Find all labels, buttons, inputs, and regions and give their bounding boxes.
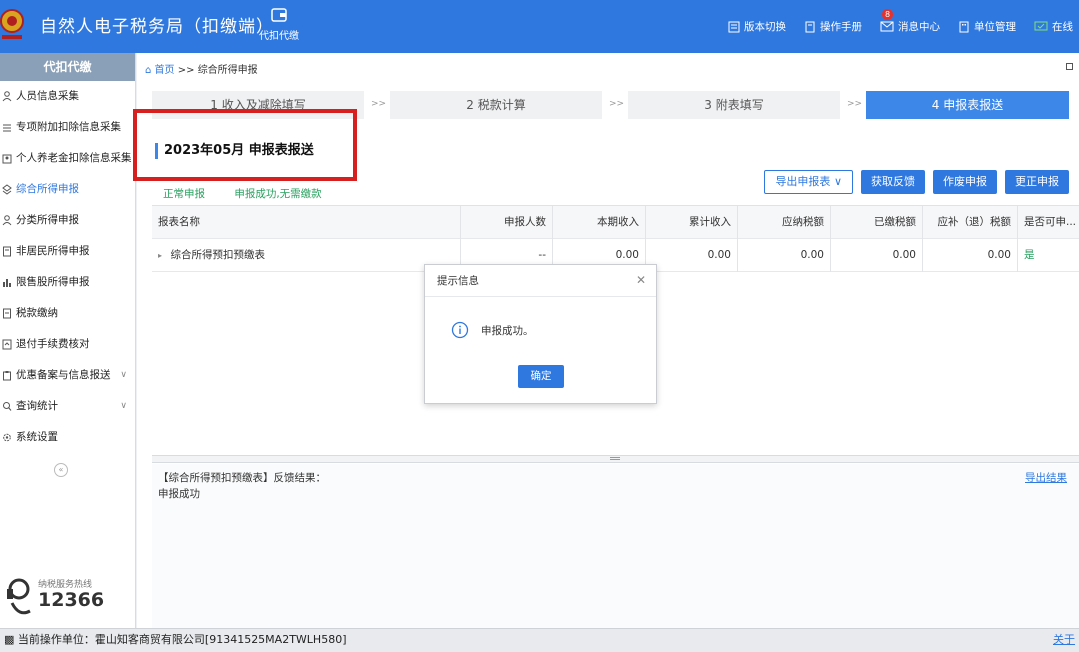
export-report-dropdown[interactable]: 导出申报表 ∨ (764, 170, 853, 194)
sidebar-item-pension-deduction[interactable]: 个人养老金扣除信息采集 (0, 143, 135, 174)
sidebar-item-system-settings[interactable]: 系统设置 (0, 422, 135, 453)
app-title: 自然人电子税务局（扣缴端） (40, 17, 274, 37)
grip-icon (610, 457, 620, 460)
headset-icon (7, 578, 31, 615)
online-icon (1034, 21, 1048, 30)
breadcrumb-home[interactable]: 首页 (155, 65, 175, 76)
home-icon[interactable]: ⌂ (145, 65, 151, 76)
sidebar-item-special-deduction[interactable]: 专项附加扣除信息采集 (0, 112, 135, 143)
sidebar-item-comprehensive-income[interactable]: 综合所得申报 (0, 174, 135, 205)
agent-withhold-label: 代扣代缴 (259, 31, 299, 42)
sidebar-item-nonresident-income[interactable]: 非居民所得申报 (0, 236, 135, 267)
online-status-button[interactable]: 在线 (1034, 19, 1073, 34)
result-title: 【综合所得预扣预缴表】反馈结果： (158, 472, 326, 484)
export-result-link[interactable]: 导出结果 (1025, 470, 1067, 485)
chevron-down-icon: ∨ (833, 175, 842, 188)
expand-icon[interactable]: ▸ (158, 251, 167, 260)
step-submit[interactable]: 4 申报表报送 (866, 91, 1069, 119)
action-toolbar: 导出申报表 ∨ 获取反馈 作废申报 更正申报 (764, 170, 1069, 194)
sidebar-item-classified-income[interactable]: 分类所得申报 (0, 205, 135, 236)
message-icon (880, 21, 894, 32)
declaration-status: 正常申报 申报成功,无需缴款 (163, 186, 348, 201)
step-attachment[interactable]: 3 附表填写 (628, 91, 840, 119)
tax-emblem-icon (0, 9, 24, 39)
list-icon (3, 124, 11, 132)
report-table: 报表名称 申报人数 本期收入 累计收入 应纳税额 已缴税额 应补（退）税额 是否… (152, 205, 1079, 272)
layers-icon (2, 184, 12, 195)
breadcrumb-current: 综合所得申报 (197, 65, 258, 76)
ok-button[interactable]: 确定 (518, 365, 564, 388)
get-feedback-button[interactable]: 获取反馈 (861, 170, 925, 194)
person-icon (2, 215, 12, 226)
feedback-result-panel: 【综合所得预扣预缴表】反馈结果： 申报成功 导出结果 (152, 464, 1079, 628)
sidebar-heading: 代扣代缴 (0, 53, 135, 81)
maximize-icon[interactable] (1066, 63, 1073, 70)
hotline: 纳税服务热线 12366 (4, 573, 132, 623)
status-bar: ▩ 当前操作单位：霍山知客商贸有限公司[91341525MA2TWLH580] … (0, 628, 1079, 652)
info-dialog: 提示信息 ✕ 申报成功。 确定 (424, 264, 657, 404)
manual-icon (805, 21, 815, 32)
hotline-number: 12366 (38, 589, 105, 611)
close-icon[interactable]: ✕ (636, 273, 646, 287)
current-unit-text: 当前操作单位：霍山知客商贸有限公司[91341525MA2TWLH580] (17, 633, 347, 646)
clipboard-icon (3, 371, 11, 381)
red-highlight-box (133, 109, 357, 181)
receipt-icon (3, 308, 11, 319)
about-link[interactable]: 关于 (1053, 629, 1075, 651)
document-icon (3, 246, 11, 257)
panel-splitter[interactable] (152, 455, 1079, 463)
sidebar-collapse-button[interactable]: « (54, 463, 68, 477)
unit-management-button[interactable]: 单位管理 (958, 19, 1016, 34)
breadcrumb: ⌂ 首页 >> 综合所得申报 (145, 65, 258, 76)
sidebar-item-tax-payment[interactable]: 税款缴纳 (0, 298, 135, 329)
dialog-title: 提示信息 (425, 265, 656, 297)
chevron-down-icon[interactable]: ∨ (120, 391, 127, 422)
void-declaration-button[interactable]: 作废申报 (933, 170, 997, 194)
bar-chart-icon (3, 279, 11, 287)
header-toolbar: 版本切换 操作手册 8 消息中心 单位管理 在线 (728, 9, 1073, 34)
search-icon (3, 402, 12, 411)
gear-icon (3, 433, 11, 442)
info-icon (451, 321, 469, 339)
sidebar-item-fee-refund[interactable]: 退付手续费核对 (0, 329, 135, 360)
message-center-button[interactable]: 8 消息中心 (880, 9, 940, 34)
sidebar-item-personnel[interactable]: 人员信息采集 (0, 81, 135, 112)
message-count-badge: 8 (882, 9, 894, 20)
sidebar-item-query-stats[interactable]: 查询统计 ∨ (0, 391, 135, 422)
speaker-icon: ▩ (4, 633, 15, 646)
version-switch-button[interactable]: 版本切换 (728, 19, 786, 34)
wallet-icon (271, 8, 287, 22)
app-header: 自然人电子税务局（扣缴端） 代扣代缴 版本切换 操作手册 8 消息中心 单位管理… (0, 0, 1079, 53)
person-icon (2, 91, 12, 102)
table-header: 报表名称 申报人数 本期收入 累计收入 应纳税额 已缴税额 应补（退）税额 是否… (152, 206, 1079, 239)
building-icon (959, 21, 969, 32)
result-body: 申报成功 (158, 488, 200, 500)
step-tax-calc[interactable]: 2 税款计算 (390, 91, 602, 119)
chevron-down-icon[interactable]: ∨ (120, 360, 127, 391)
agent-withhold-button[interactable]: 代扣代缴 (252, 6, 306, 50)
dialog-message: 申报成功。 (481, 325, 534, 337)
sidebar-item-preferential-filing[interactable]: 优惠备案与信息报送 ∨ (0, 360, 135, 391)
tab-normal-declaration[interactable]: 正常申报 (163, 188, 205, 200)
version-switch-icon (728, 21, 740, 32)
manual-button[interactable]: 操作手册 (804, 19, 862, 34)
declaration-status-text: 申报成功,无需缴款 (234, 188, 322, 200)
person-card-icon (2, 154, 12, 164)
correct-declaration-button[interactable]: 更正申报 (1005, 170, 1069, 194)
sidebar-item-restricted-stock[interactable]: 限售股所得申报 (0, 267, 135, 298)
refund-icon (2, 339, 12, 350)
sidebar: 代扣代缴 人员信息采集 专项附加扣除信息采集 个人养老金扣除信息采集 综合所得申… (0, 53, 136, 628)
